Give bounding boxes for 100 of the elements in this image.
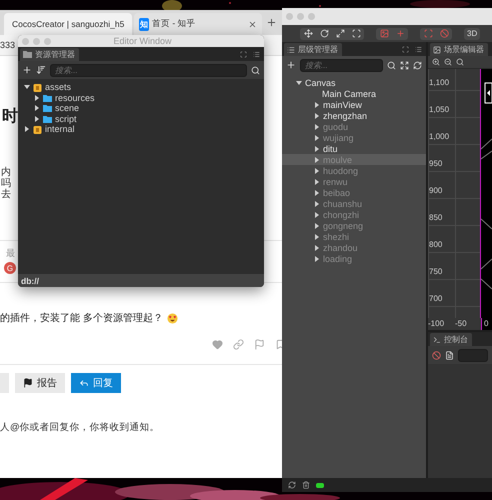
database-icon	[33, 82, 42, 92]
ruler-label: 1,050	[428, 105, 450, 116]
ruler-label: 900	[428, 186, 444, 197]
notice-text: 人@你或者回复你，你将收到通知。	[0, 421, 160, 434]
latest-label: 最	[5, 247, 15, 260]
caret-icon[interactable]	[314, 190, 320, 196]
caret-icon[interactable]	[314, 112, 320, 118]
move-icon	[304, 29, 312, 38]
avatar: G	[4, 262, 16, 274]
zoom-out-icon[interactable]	[444, 58, 452, 66]
search-icon[interactable]	[387, 60, 396, 70]
ruler-label: 950	[428, 159, 444, 170]
filter-field[interactable]	[458, 348, 488, 362]
ruler-label: 800	[428, 240, 444, 251]
expand-icon[interactable]	[400, 60, 409, 70]
reply-button[interactable]: 回复	[71, 373, 121, 393]
caret-icon[interactable]	[314, 134, 320, 140]
list-icon	[287, 46, 295, 54]
ruler-label: -100	[428, 318, 446, 330]
image-icon	[433, 46, 441, 54]
browser-tab[interactable]: 知 首页 - 知乎	[134, 13, 262, 35]
add-icon[interactable]	[22, 65, 32, 75]
new-tab-icon[interactable]	[266, 17, 277, 28]
clear-icon[interactable]	[432, 350, 441, 360]
ruler-label: 1,100	[428, 78, 450, 89]
circle-icon	[440, 29, 448, 38]
caret-icon[interactable]	[314, 124, 320, 130]
sync-icon[interactable]	[288, 481, 296, 489]
caret-icon[interactable]	[314, 244, 320, 250]
site-badge: 知	[139, 18, 149, 30]
node-name[interactable]: mainView	[323, 100, 362, 110]
zoom-reset-icon[interactable]	[456, 58, 464, 66]
sort-icon[interactable]	[36, 65, 46, 75]
tree-item[interactable]: internal	[45, 124, 75, 134]
node-name[interactable]: Canvas	[305, 78, 336, 88]
mode-button[interactable]: 3D	[464, 28, 480, 40]
tree-item[interactable]: resources	[55, 92, 95, 103]
menu-icon[interactable]	[415, 46, 422, 52]
scale-icon	[336, 29, 344, 38]
report-button[interactable]: 报告	[15, 373, 65, 393]
menu-icon[interactable]	[253, 50, 260, 58]
caret-icon[interactable]	[296, 80, 302, 86]
terminal-icon	[433, 336, 441, 344]
emoji-icon	[166, 312, 178, 324]
tree-item[interactable]: scene	[55, 103, 80, 114]
trash-icon[interactable]	[302, 481, 310, 489]
add-icon[interactable]	[286, 60, 296, 70]
panel-tab[interactable]: 控制台	[430, 333, 472, 346]
tree-item[interactable]: assets	[45, 82, 72, 92]
address-text[interactable]: 333	[0, 40, 16, 50]
document-icon[interactable]	[445, 350, 454, 360]
search-icon[interactable]	[251, 66, 260, 74]
caret-icon[interactable]	[314, 156, 320, 162]
post-text: 的插件，安装了能 多个资源管理起？	[0, 312, 163, 325]
ruler-label: 700	[428, 294, 444, 305]
panel-tab[interactable]: 层级管理器	[284, 43, 342, 56]
caret-icon[interactable]	[314, 222, 320, 228]
caret-icon[interactable]	[314, 146, 320, 152]
post-heading: 时	[1, 106, 18, 127]
node-name[interactable]: zhengzhan	[323, 110, 368, 120]
panel-tab[interactable]: 场景编辑器	[430, 43, 488, 56]
caret-icon[interactable]	[34, 94, 40, 101]
tab-title: CocosCreator | sanguozhi_h5	[12, 19, 124, 29]
reply-icon	[79, 378, 89, 388]
path-text: db://	[21, 276, 39, 286]
database-icon	[33, 124, 42, 134]
refresh-icon[interactable]	[413, 60, 422, 70]
caret-icon[interactable]	[314, 102, 320, 108]
paragraph-line: 内	[1, 167, 11, 178]
flag-icon	[23, 378, 33, 388]
zoom-in-icon[interactable]	[432, 58, 440, 66]
caret-icon[interactable]	[314, 178, 320, 184]
caret-icon[interactable]	[24, 126, 30, 132]
ruler-label: -50	[455, 318, 468, 330]
caret-icon[interactable]	[24, 84, 30, 90]
plus-icon	[396, 29, 404, 38]
panel-tab[interactable]: 资源管理器	[20, 48, 79, 61]
tree-item[interactable]: script	[55, 114, 77, 124]
paragraph-line: 去	[1, 189, 11, 200]
browser-tab[interactable]: CocosCreator | sanguozhi_h5	[4, 13, 132, 35]
window-title: Editor Window	[112, 36, 173, 46]
tab-title: 首页 - 知乎	[152, 18, 197, 30]
ruler-label: 0	[481, 318, 492, 330]
caret-icon[interactable]	[314, 212, 320, 218]
node-name[interactable]: Main Camera	[322, 88, 376, 98]
caret-icon[interactable]	[314, 200, 320, 206]
search-field[interactable]: 搜索...	[300, 58, 383, 72]
ruler-label: 1,000	[428, 132, 450, 143]
caret-icon[interactable]	[314, 168, 320, 174]
paragraph-line: 吗	[1, 178, 11, 189]
caret-icon[interactable]	[314, 256, 320, 262]
caret-icon[interactable]	[34, 105, 40, 112]
frame-icon	[424, 29, 432, 38]
caret-icon[interactable]	[314, 234, 320, 240]
popout-icon[interactable]	[240, 50, 247, 58]
close-icon[interactable]	[248, 20, 257, 28]
popout-icon[interactable]	[402, 46, 409, 52]
search-field[interactable]: 搜索...	[50, 64, 247, 76]
caret-icon[interactable]	[34, 116, 40, 122]
node-name[interactable]: ditu	[323, 144, 338, 154]
